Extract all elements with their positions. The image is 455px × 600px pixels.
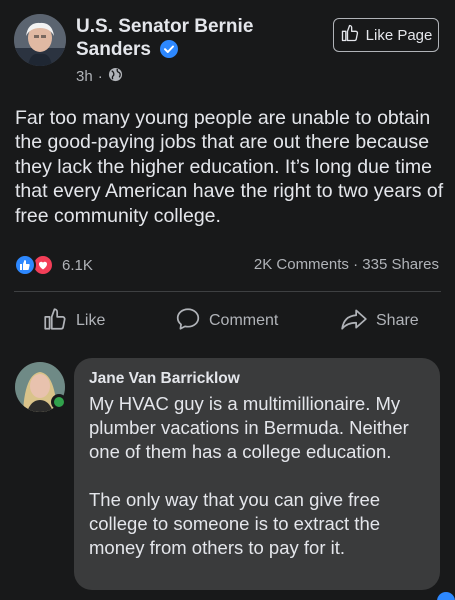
share-label: Share	[376, 312, 419, 329]
meta-separator: ·	[97, 68, 103, 85]
counts-separator: ·	[353, 256, 363, 273]
comment-text: My HVAC guy is a multimillionaire. My pl…	[89, 393, 409, 558]
author-avatar[interactable]	[14, 14, 66, 66]
reaction-icons	[14, 254, 56, 276]
post-author[interactable]: U.S. Senator Bernie Sanders	[76, 15, 286, 61]
comment-button[interactable]: Comment	[175, 298, 278, 344]
post-actions: Like Comment Share	[0, 298, 455, 344]
online-status-dot	[51, 394, 67, 410]
verified-badge-icon	[160, 40, 179, 58]
comment-label: Comment	[209, 312, 279, 329]
share-button[interactable]: Share	[340, 298, 419, 344]
comment-bubble: Jane Van Barricklow My HVAC guy is a mul…	[74, 358, 440, 590]
share-icon	[340, 306, 368, 337]
facebook-post: U.S. Senator Bernie Sanders 3h · Like Pa…	[0, 0, 455, 600]
post-text: Far too many young people are unable to …	[15, 107, 444, 227]
engagement-counts: 2K Comments · 335 Shares	[254, 256, 439, 273]
post-timestamp[interactable]: 3h	[76, 68, 93, 85]
comments-count[interactable]: 2K Comments	[254, 256, 349, 273]
thumbs-up-icon	[42, 306, 68, 337]
like-page-button[interactable]: Like Page	[333, 18, 439, 52]
shares-count[interactable]: 335 Shares	[362, 256, 439, 273]
comment-author[interactable]: Jane Van Barricklow	[89, 368, 426, 390]
comment-icon	[175, 306, 201, 337]
post-meta: 3h ·	[76, 67, 123, 86]
reactions-summary[interactable]: 6.1K	[14, 254, 93, 276]
like-page-label: Like Page	[365, 26, 433, 44]
actions-divider	[14, 291, 441, 292]
reaction-count: 6.1K	[62, 256, 93, 274]
thumbs-up-icon	[340, 23, 360, 47]
like-button[interactable]: Like	[42, 298, 105, 344]
partial-badge-icon	[437, 592, 455, 600]
globe-icon	[108, 67, 123, 86]
thumbs-up-icon	[14, 254, 36, 276]
like-label: Like	[76, 312, 106, 329]
